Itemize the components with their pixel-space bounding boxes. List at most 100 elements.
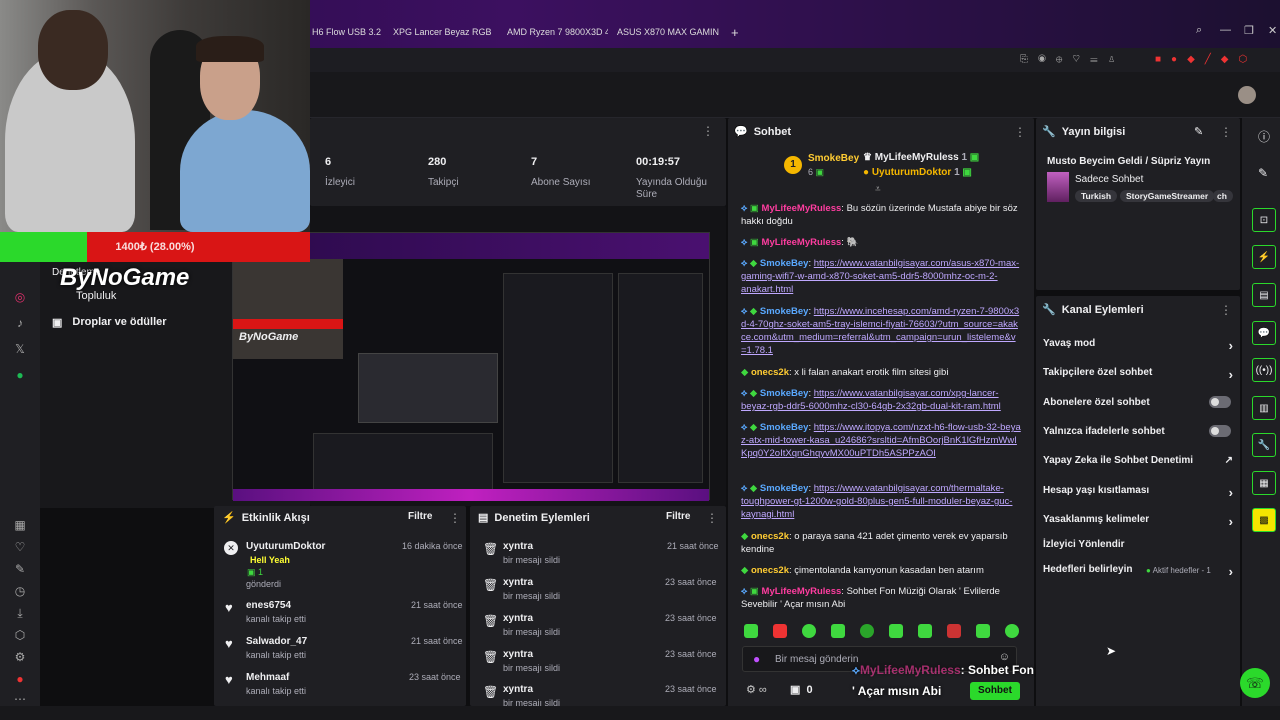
grid-icon[interactable]: ▦ <box>12 518 28 532</box>
action-ai-moderation[interactable]: Yapay Zeka ile Sohbet Denetimi ↗ <box>1043 455 1233 466</box>
browser-tab[interactable]: AMD Ryzen 7 9800X3D 4... <box>503 22 608 42</box>
tool-button[interactable]: ▦ <box>1252 471 1276 495</box>
minimize-icon[interactable]: — <box>1220 24 1231 36</box>
stat-value: 6 <box>325 156 332 168</box>
activity-filter-button[interactable]: Filtre <box>408 511 432 522</box>
mod-action: bir mesajı sildi <box>503 555 561 565</box>
history-icon[interactable]: ◷ <box>12 584 28 598</box>
extension-icons[interactable]: ■●◆╱◆⬡ <box>1155 54 1257 65</box>
mod-user[interactable]: xyntra <box>503 684 533 695</box>
spotify-icon[interactable]: ● <box>12 368 28 382</box>
activity-user[interactable]: Salwador_47 <box>246 636 307 647</box>
more-icon[interactable]: ⋮ <box>702 124 714 138</box>
emote-icon[interactable] <box>802 624 816 638</box>
browser-tab[interactable]: ASUS X870 MAX GAMING <box>613 22 719 42</box>
emote-icon[interactable] <box>831 624 845 638</box>
maximize-icon[interactable]: ❐ <box>1244 24 1254 37</box>
points-display[interactable]: ▣ 0 <box>790 683 813 696</box>
tool-button[interactable]: ▥ <box>1252 396 1276 420</box>
crown-icon: ♛ <box>863 152 872 163</box>
edit-icon[interactable]: ✎ <box>12 562 28 576</box>
tag[interactable]: Turkish <box>1075 190 1118 202</box>
action-banned-words[interactable]: Yasaklanmış kelimeler › <box>1043 514 1233 529</box>
more-icon[interactable]: ⋮ <box>1220 303 1232 317</box>
emote-icon[interactable] <box>744 624 758 638</box>
mod-user[interactable]: xyntra <box>503 649 533 660</box>
subscribers-only-toggle[interactable] <box>1209 396 1231 408</box>
tag[interactable]: ch <box>1213 190 1233 202</box>
tool-button[interactable]: ⊡ <box>1252 208 1276 232</box>
settings-icon[interactable]: ⚙ ∞ <box>746 683 767 696</box>
more-icon[interactable]: ⋯ <box>12 692 28 706</box>
tool-button[interactable]: 🔧 <box>1252 433 1276 457</box>
search-icon[interactable]: ⌕ <box>1196 24 1202 37</box>
tool-button[interactable]: 💬 <box>1252 321 1276 345</box>
avatar[interactable] <box>1238 86 1256 104</box>
new-tab-button[interactable]: + <box>731 22 743 42</box>
heart-icon[interactable]: ♡ <box>12 540 28 554</box>
edit-icon[interactable]: ✎ <box>1194 125 1203 138</box>
emote-icon[interactable] <box>918 624 932 638</box>
wrench-icon: 🔧 <box>1042 304 1056 316</box>
settings-icon[interactable]: ⚙ <box>12 650 28 664</box>
chat-icon: 💬 <box>734 126 748 138</box>
collapse-icon[interactable]: ⩡ <box>875 184 881 195</box>
tiktok-icon[interactable]: ♪ <box>12 316 28 330</box>
action-slow-mode[interactable]: Yavaş mod › <box>1043 338 1233 353</box>
close-icon[interactable]: ✕ <box>1268 24 1277 37</box>
mod-user[interactable]: xyntra <box>503 577 533 588</box>
browser-tab[interactable]: XPG Lancer Beyaz RGB DD <box>389 22 493 42</box>
activity-user[interactable]: Mehmaaf <box>246 672 289 683</box>
instagram-icon[interactable]: ◎ <box>12 290 28 304</box>
box-icon[interactable]: ⬡ <box>12 628 28 642</box>
emote-icon[interactable] <box>889 624 903 638</box>
emote-icon[interactable] <box>860 624 874 638</box>
brand-icon[interactable]: ● <box>12 672 28 686</box>
moderation-filter-button[interactable]: Filtre <box>666 511 690 522</box>
browser-tab[interactable]: H6 Flow USB 3.2 Bey <box>312 22 382 42</box>
x-icon[interactable]: 𝕏 <box>12 342 28 356</box>
heart-icon: ♥ <box>225 672 233 687</box>
leader-user[interactable]: SmokeBey <box>808 153 859 164</box>
more-icon[interactable]: ⋮ <box>1220 125 1232 139</box>
more-icon[interactable]: ⋮ <box>449 511 461 525</box>
action-subscribers-only: Abonelere özel sohbet <box>1043 397 1150 408</box>
emote-icon[interactable] <box>1005 624 1019 638</box>
action-followers-only[interactable]: Takipçilere özel sohbet › <box>1043 367 1233 382</box>
chat-message: ◆ onecs2k: o paraya sana 421 adet çiment… <box>741 531 1008 555</box>
chat-message: ◆ onecs2k: x li falan anakart erotik fil… <box>741 367 949 378</box>
more-icon[interactable]: ⋮ <box>1014 125 1026 139</box>
stat-value: 7 <box>531 156 538 168</box>
mod-user[interactable]: xyntra <box>503 541 533 552</box>
activity-time: 21 saat önce <box>411 600 463 610</box>
tag[interactable]: StoryGameStreamer <box>1120 190 1215 202</box>
emote-icon[interactable] <box>976 624 990 638</box>
pencil-icon[interactable]: ✎ <box>1258 166 1268 180</box>
emote-icon[interactable] <box>773 624 787 638</box>
leader-count: 6 ▣ <box>808 167 825 177</box>
activity-user[interactable]: enes6754 <box>246 600 291 611</box>
nav-item-community[interactable]: Topluluk <box>76 290 116 302</box>
mod-user[interactable]: xyntra <box>503 613 533 624</box>
download-icon[interactable]: ⤓ <box>12 606 28 620</box>
tool-button[interactable]: ⚡ <box>1252 245 1276 269</box>
wrench-icon: 🔧 <box>1042 126 1056 138</box>
extension-icons[interactable]: ⎘◉⊕♡☰♙ <box>1020 54 1126 65</box>
leader-user[interactable]: ♛ MyLifeeMyRuless 1 ▣ <box>863 152 979 163</box>
info-icon[interactable]: ⓘ <box>1258 128 1270 145</box>
support-chat-button[interactable]: ☏ <box>1240 668 1270 698</box>
leader-user[interactable]: ● UyuturumDoktor 1 ▣ <box>863 167 972 178</box>
activity-user[interactable]: UyuturumDoktor <box>246 541 325 552</box>
emote-icon[interactable] <box>947 624 961 638</box>
tool-button[interactable]: ▤ <box>1252 283 1276 307</box>
tool-button[interactable]: ▩ <box>1252 508 1276 532</box>
stream-preview[interactable]: ByNoGame <box>232 232 710 501</box>
action-account-age[interactable]: Hesap yaşı kısıtlaması › <box>1043 485 1233 500</box>
action-raid[interactable]: İzleyici Yönlendir <box>1043 539 1233 550</box>
nav-item-drops[interactable]: ▣ Droplar ve ödüller <box>52 316 167 329</box>
tool-button[interactable]: ((•)) <box>1252 358 1276 382</box>
more-icon[interactable]: ⋮ <box>706 511 718 525</box>
category-name[interactable]: Sadece Sohbet <box>1075 174 1143 185</box>
emote-only-toggle[interactable] <box>1209 425 1231 437</box>
mic-icon[interactable]: ● <box>753 652 760 666</box>
